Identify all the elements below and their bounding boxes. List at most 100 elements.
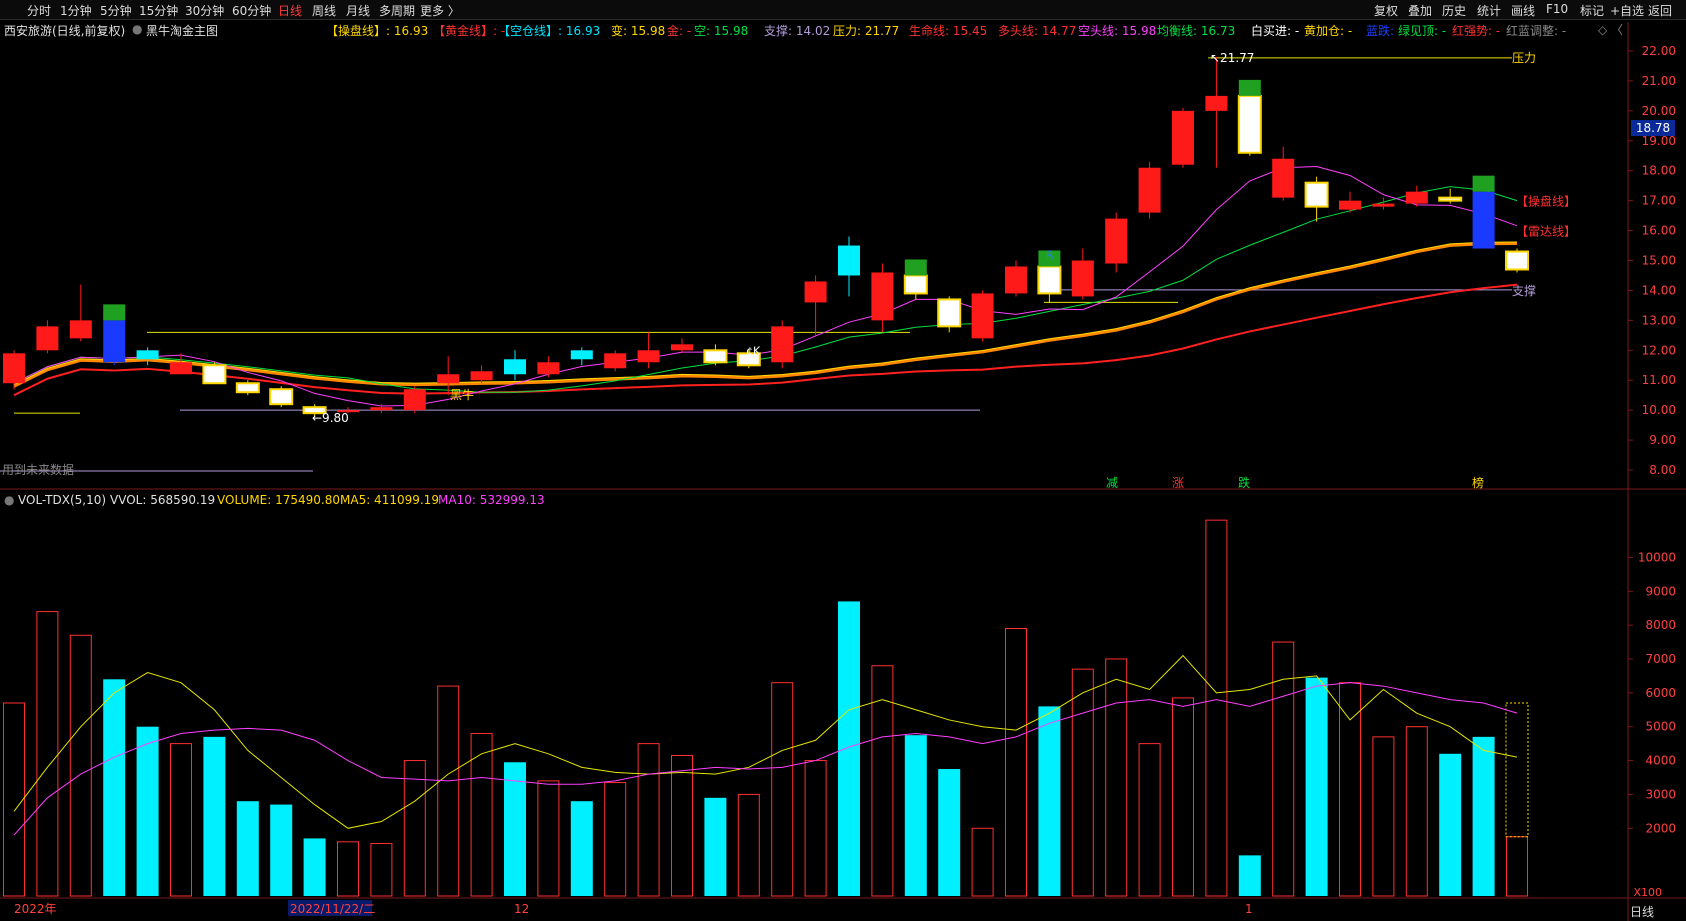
volume-bar — [704, 797, 727, 896]
price-axis-label: 8.00 — [1649, 463, 1676, 477]
candle-body — [170, 362, 192, 375]
candle — [470, 365, 493, 384]
volume-axis-label: 6000 — [1645, 686, 1676, 700]
future-data-warning: 用到未来数据 — [2, 462, 74, 477]
candle — [69, 284, 92, 342]
volume-axis-label: 5000 — [1645, 720, 1676, 734]
candle — [671, 338, 693, 354]
volume-axis-label: 7000 — [1645, 652, 1676, 666]
life-line — [13, 283, 1518, 397]
volume-bar — [771, 682, 794, 897]
volume-bar — [1405, 726, 1428, 897]
green-cap — [103, 304, 126, 321]
volume-bar — [170, 743, 192, 897]
signal-2: 跌 — [1238, 475, 1250, 490]
current-price-tag: 18.78 — [1631, 120, 1675, 136]
candle-body — [69, 320, 92, 339]
r-mark-label: R — [1046, 249, 1054, 262]
candle-body — [504, 359, 526, 375]
price-axis-label: 16.00 — [1642, 224, 1676, 238]
candle-body — [403, 389, 426, 411]
op-line-orange — [13, 241, 1518, 388]
date-axis-label: 2022/11/22/二 — [290, 902, 375, 916]
candle-body — [1304, 181, 1329, 208]
price-axis-label: 18.00 — [1642, 164, 1676, 178]
candle — [838, 236, 860, 297]
price-axis-label: 15.00 — [1642, 254, 1676, 268]
volume-bar — [904, 735, 927, 896]
volume-bar — [1439, 753, 1462, 896]
stock-chart[interactable]: 22.00 21.00 20.00 1 9.00 18.00 17.00 16.00 15.00… — [0, 0, 1686, 921]
candle-body — [103, 320, 126, 363]
volume-bar — [403, 760, 426, 897]
collapse-icon: 〈 — [1611, 23, 1623, 37]
candle — [1472, 188, 1495, 249]
signal-3: 榜 — [1472, 475, 1484, 490]
candle — [1339, 191, 1361, 213]
volume-bar — [1506, 836, 1528, 897]
date-axis-label: 12 — [514, 902, 529, 916]
op-line-label: 【操盘线】 — [1516, 194, 1576, 209]
candle — [1005, 260, 1027, 297]
candle-body — [269, 388, 294, 406]
candle — [604, 350, 627, 372]
date-axis-label: 2022年 — [14, 902, 57, 916]
candle-body — [871, 272, 894, 321]
volume-bar — [337, 841, 359, 897]
candle — [1272, 146, 1295, 201]
candle — [903, 272, 928, 300]
green-cap — [904, 259, 927, 276]
candle — [771, 320, 794, 369]
price-axis-label: 14.00 — [1642, 283, 1676, 297]
candle-body — [1505, 250, 1529, 271]
volume-bar — [36, 611, 59, 897]
volume-bar — [1238, 855, 1261, 896]
candle — [269, 386, 294, 408]
volume-bar — [1038, 706, 1061, 896]
period-label[interactable]: 日线 — [1630, 903, 1654, 920]
volume-bar — [1138, 743, 1161, 897]
volume-bar — [637, 743, 660, 897]
candle-body — [1339, 200, 1361, 210]
candle-body — [1372, 203, 1395, 207]
candle-body — [136, 350, 159, 360]
volume-bar — [1205, 519, 1228, 897]
volume-bar — [1372, 736, 1395, 897]
volume-bar — [537, 780, 560, 897]
date-axis-label: 1 — [1245, 902, 1253, 916]
candle — [871, 263, 894, 333]
candle-body — [437, 374, 460, 384]
volume-unit: X100 — [1633, 886, 1662, 899]
green-cap — [1472, 175, 1495, 192]
candle — [504, 350, 526, 381]
candle-body — [604, 353, 627, 369]
short-line — [13, 166, 1518, 407]
candle-body — [537, 362, 560, 375]
candle-body — [235, 382, 260, 394]
volume-axis-label: 9000 — [1645, 584, 1676, 598]
price-axis-label: 11.00 — [1642, 373, 1676, 387]
volume-bar — [671, 754, 693, 897]
volume-bar — [236, 801, 259, 896]
candle-body — [937, 298, 962, 328]
price-axis-label: 9.00 — [1649, 433, 1676, 447]
volume-axis-label: 4000 — [1645, 754, 1676, 768]
volume-bar — [370, 843, 393, 897]
volume-bar — [1272, 641, 1295, 897]
volume-bar — [270, 804, 293, 896]
candle — [1071, 248, 1094, 300]
volume-bar — [737, 793, 760, 897]
candle — [136, 347, 159, 366]
volume-bar — [437, 685, 460, 897]
candle-body — [370, 407, 393, 411]
price-axis-label: 20.00 — [1642, 104, 1676, 118]
candle — [1372, 197, 1395, 210]
support-label: 支撑 — [1512, 283, 1536, 298]
volume-bar — [604, 782, 627, 897]
volume-bar — [938, 769, 961, 896]
volume-bar — [1071, 668, 1094, 897]
candle-body — [1005, 266, 1027, 294]
candle — [570, 347, 593, 366]
candle-body — [971, 293, 994, 339]
pressure-label: 压力 — [1512, 51, 1536, 65]
